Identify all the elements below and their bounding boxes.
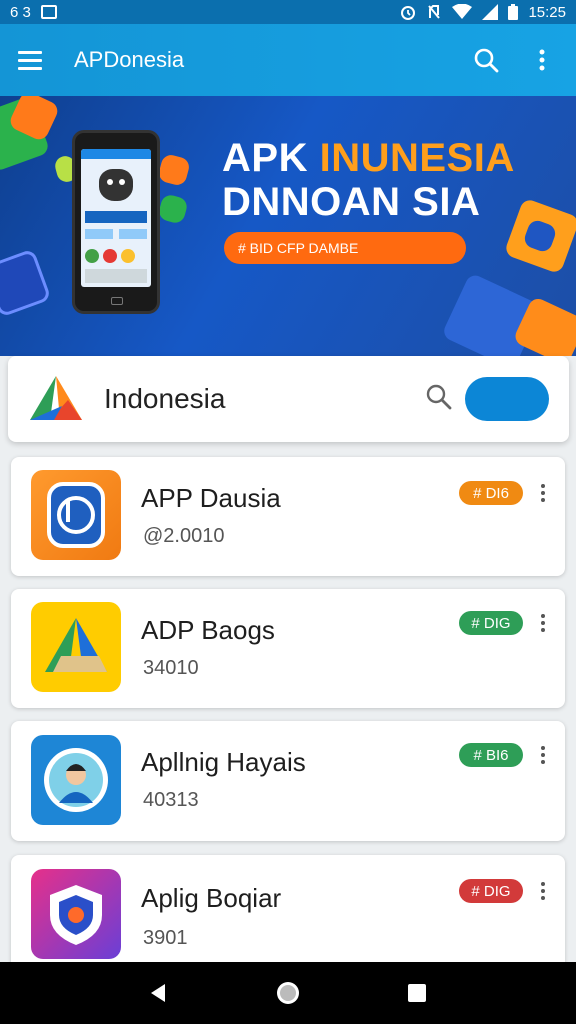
search-submit-button[interactable] (465, 377, 549, 421)
list-item[interactable]: Apllnig Hayais 40313 # BI6 (11, 721, 565, 841)
status-bar: 6 3 15:25 (0, 0, 576, 24)
alarm-icon (401, 6, 416, 20)
banner-headline: APK INUNESIA DNNOAN SIA (222, 136, 515, 224)
more-vert-icon[interactable] (533, 611, 553, 635)
app-subtitle: @2.0010 (143, 525, 225, 547)
shield-gradient-app-icon (31, 869, 121, 959)
phone-illustration (72, 130, 160, 314)
no-sim-icon (428, 5, 441, 19)
signal-icon (482, 4, 499, 20)
back-icon[interactable] (147, 981, 171, 1005)
status-badge: # DI6 (459, 481, 523, 505)
promo-banner[interactable]: APK INUNESIA DNNOAN SIA # BID CFP DAMBE (0, 96, 576, 356)
brand-logo-icon (30, 376, 82, 420)
more-vert-icon[interactable] (533, 879, 553, 903)
search-query[interactable]: Indonesia (104, 383, 225, 415)
app-subtitle: 34010 (143, 657, 199, 679)
app-title: APDonesia (74, 47, 185, 72)
status-badge: # DIG (459, 879, 523, 903)
system-nav-bar (0, 962, 576, 1024)
banner-cta-button[interactable]: # BID CFP DAMBE (224, 232, 466, 264)
more-vert-icon[interactable] (533, 743, 553, 767)
app-name: Apllnig Hayais (141, 747, 306, 777)
banner-headline-part1: APK (222, 136, 320, 180)
app-subtitle: 3901 (143, 927, 188, 949)
drive-app-icon (31, 602, 121, 692)
search-card[interactable]: Indonesia (8, 356, 569, 442)
recents-icon[interactable] (405, 981, 429, 1005)
app-name: Aplig Boqiar (141, 883, 282, 913)
avatar-app-icon (31, 735, 121, 825)
more-vert-icon[interactable] (526, 44, 558, 76)
banner-headline-part2: INUNESIA (319, 136, 515, 180)
shield-app-icon (31, 470, 121, 560)
status-badge: # DIG (459, 611, 523, 635)
app-notification-icon (40, 5, 57, 19)
app-name: APP Dausia (141, 483, 281, 513)
menu-icon[interactable] (18, 44, 50, 76)
list-item[interactable]: ADP Baogs 34010 # DIG (11, 589, 565, 708)
status-badge: # BI6 (459, 743, 523, 767)
list-item[interactable]: Aplig Boqiar 3901 # DIG (11, 855, 565, 975)
list-item[interactable]: APP Dausia @2.0010 # DI6 (11, 457, 565, 576)
search-icon[interactable] (470, 44, 502, 76)
app-subtitle: 40313 (143, 789, 199, 811)
status-time: 15:25 (528, 3, 566, 21)
battery-icon (508, 4, 519, 20)
status-left-text: 6 3 (10, 3, 31, 21)
wifi-icon (452, 4, 473, 19)
home-icon[interactable] (274, 979, 302, 1007)
more-vert-icon[interactable] (533, 481, 553, 505)
app-name: ADP Baogs (141, 615, 275, 645)
banner-headline-line2: DNNOAN SIA (222, 180, 481, 224)
app-bar: APDonesia (0, 24, 576, 96)
search-icon[interactable] (425, 383, 453, 416)
